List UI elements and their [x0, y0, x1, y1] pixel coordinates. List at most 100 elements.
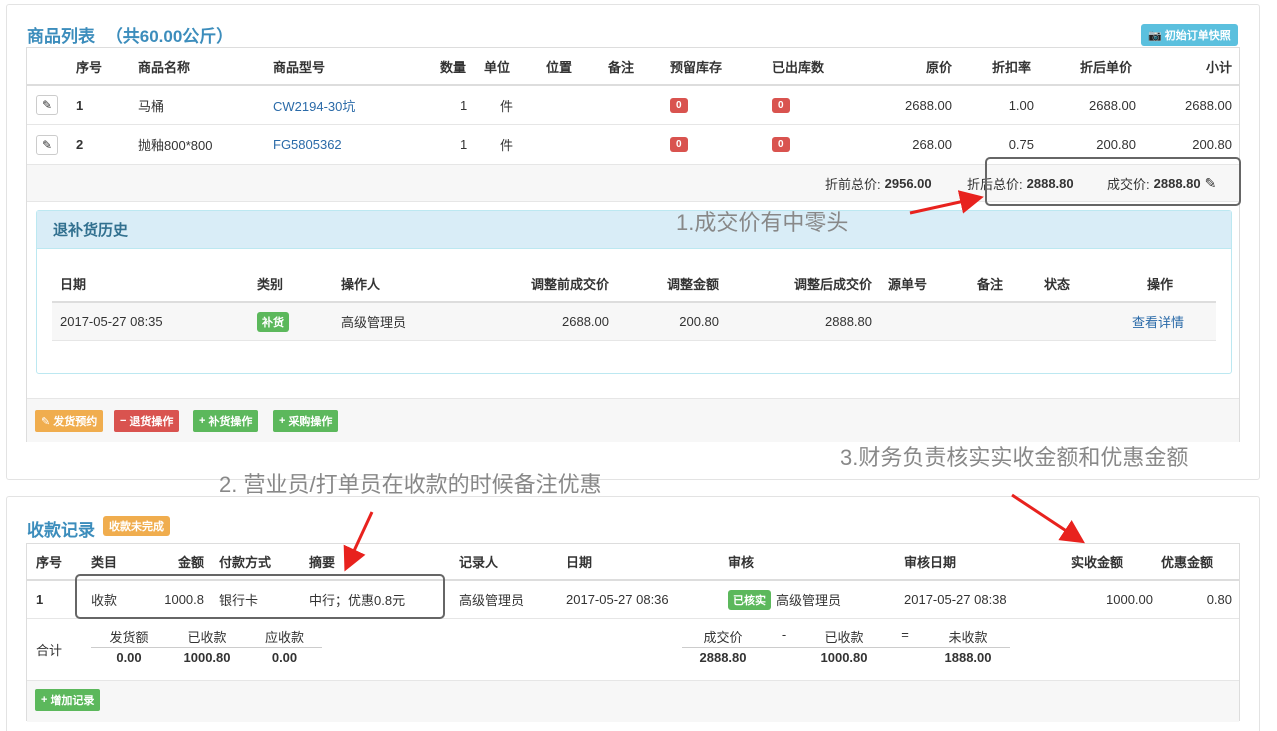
minus-spacer — [764, 647, 804, 665]
due-value: 0.00 — [247, 647, 322, 665]
ship-appointment-label: 发货预约 — [53, 416, 98, 428]
col-header: 源单号 — [888, 276, 928, 292]
add-record-button[interactable]: + 增加记录 — [35, 689, 101, 711]
audit-date: 2017-05-27 08:38 — [904, 592, 1007, 607]
col-header: 实收金额 — [1070, 555, 1123, 570]
return-button[interactable]: − 退货操作 — [114, 410, 180, 432]
plus-icon: + — [199, 415, 206, 427]
payments-title: 收款记录 — [27, 516, 95, 541]
minus-icon: − — [120, 415, 127, 427]
payment-status-badge: 收款未完成 — [103, 516, 170, 536]
col-header: 预留库存 — [670, 59, 723, 75]
unpaid-value: 1888.00 — [926, 647, 1010, 665]
product-subtotal: 2688.00 — [1185, 97, 1232, 113]
payment-recorder: 高级管理员 — [459, 593, 525, 608]
col-header: 操作 — [1147, 276, 1174, 292]
due-label: 应收款 — [264, 630, 304, 645]
col-header: 审核日期 — [904, 555, 957, 570]
history-operator: 高级管理员 — [341, 315, 407, 330]
col-header: 调整后成交价 — [793, 276, 872, 292]
edit-pencil-icon[interactable]: ✎ — [36, 134, 58, 155]
replenish-button[interactable]: + 补货操作 — [193, 410, 259, 432]
camera-icon: 📷 — [1148, 30, 1162, 42]
col-header: 折扣率 — [992, 59, 1032, 75]
reserved-badge: 0 — [670, 137, 688, 152]
col-header: 日期 — [566, 555, 593, 570]
product-qty: 1 — [460, 97, 468, 113]
product-model-link[interactable]: FG5805362 — [273, 125, 342, 164]
payments-action-bar — [27, 681, 1239, 722]
unpaid-label: 未收款 — [948, 630, 988, 645]
col-header: 操作人 — [341, 276, 381, 292]
col-header: 数量 — [440, 59, 467, 75]
col-header: 原价 — [925, 59, 952, 75]
equals-sign: = — [901, 627, 909, 642]
history-before: 2688.00 — [562, 314, 609, 329]
product-unit: 件 — [500, 138, 514, 153]
shipped-value: 0.00 — [91, 647, 167, 665]
product-price: 268.00 — [912, 137, 952, 152]
purchase-button[interactable]: + 采购操作 — [273, 410, 339, 432]
col-header: 位置 — [546, 59, 573, 75]
products-table: 序号 商品名称 商品型号 数量 单位 位置 备注 预留库存 已出库数 原价 折扣… — [26, 47, 1240, 442]
product-unit: 件 — [500, 98, 514, 114]
memo-highlight — [75, 574, 445, 619]
product-unit-after: 2688.00 — [1089, 97, 1136, 113]
plus-icon: + — [41, 694, 48, 706]
reserved-cell: 0 — [670, 125, 688, 164]
total-before-value: 2956.00 — [884, 175, 932, 191]
shipped-badge: 0 — [772, 97, 790, 113]
col-header: 小计 — [1205, 59, 1232, 75]
discount-amount: 0.80 — [1206, 592, 1232, 607]
ship-appointment-button[interactable]: ✎ 发货预约 — [35, 410, 104, 432]
col-header: 日期 — [60, 276, 87, 292]
col-header: 优惠金额 — [1160, 555, 1213, 570]
summary-label: 合计 — [36, 643, 63, 658]
products-title-weight: （共60.00公斤） — [105, 27, 234, 46]
payment-index: 1 — [36, 592, 44, 607]
product-model-link[interactable]: CW2194-30坑 — [273, 86, 355, 124]
pencil-icon: ✎ — [41, 415, 51, 428]
return-label: 退货操作 — [129, 416, 174, 428]
col-header: 商品名称 — [138, 59, 191, 75]
history-amount: 200.80 — [679, 314, 719, 329]
view-details-link[interactable]: 查看详情 — [1132, 303, 1184, 340]
annotation-2: 2. 营业员/打单员在收款的时候备注优惠 — [219, 472, 602, 497]
received-label: 已收款 — [187, 630, 227, 645]
product-name: 马桶 — [138, 98, 165, 114]
col-header: 折后单价 — [1080, 59, 1133, 75]
col-header: 已出库数 — [772, 59, 825, 75]
payment-date: 2017-05-27 08:36 — [566, 592, 669, 607]
auditor: 高级管理员 — [776, 593, 842, 608]
product-edit-cell: ✎ — [36, 86, 58, 124]
received-value: 1000.80 — [167, 647, 247, 665]
shipped-cell: 0 — [772, 86, 790, 124]
product-index: 2 — [76, 137, 84, 152]
reserved-cell: 0 — [670, 86, 688, 124]
annotation-1: 1.成交价有中零头 — [676, 210, 849, 235]
history-type-cell: 补货 — [257, 303, 289, 340]
replenish-label: 补货操作 — [208, 416, 253, 428]
product-qty: 1 — [460, 137, 468, 152]
product-name: 抛釉800*800 — [138, 138, 213, 153]
col-header: 调整前成交价 — [530, 276, 609, 292]
total-before-label: 折前总价: — [825, 176, 881, 192]
products-header-row: 序号 商品名称 商品型号 数量 单位 位置 备注 预留库存 已出库数 原价 折扣… — [27, 48, 1239, 86]
purchase-label: 采购操作 — [288, 416, 333, 428]
snapshot-button[interactable]: 📷 初始订单快照 — [1141, 24, 1238, 46]
col-header: 商品型号 — [273, 59, 326, 75]
total-before: 折前总价: 2956.00 — [825, 165, 932, 201]
shipped-label: 发货额 — [109, 630, 149, 645]
products-title: 商品列表 （共60.00公斤） — [27, 22, 233, 47]
col-header: 审核 — [728, 555, 755, 570]
deal-price-highlight — [985, 157, 1241, 206]
received2-label: 已收款 — [824, 630, 864, 645]
add-record-label: 增加记录 — [50, 695, 95, 707]
col-header: 调整金额 — [666, 276, 719, 292]
edit-pencil-icon[interactable]: ✎ — [36, 95, 58, 115]
history-date: 2017-05-27 08:35 — [60, 314, 163, 329]
history-header-row: 日期 类别 操作人 调整前成交价 调整金额 调整后成交价 源单号 备注 状态 操… — [52, 265, 1216, 303]
audit-badge: 已核实 — [728, 589, 771, 610]
history-after: 2888.80 — [825, 314, 872, 329]
product-row: ✎ 1 马桶 CW2194-30坑 1 件 0 0 2688.00 1.00 2… — [27, 86, 1239, 125]
